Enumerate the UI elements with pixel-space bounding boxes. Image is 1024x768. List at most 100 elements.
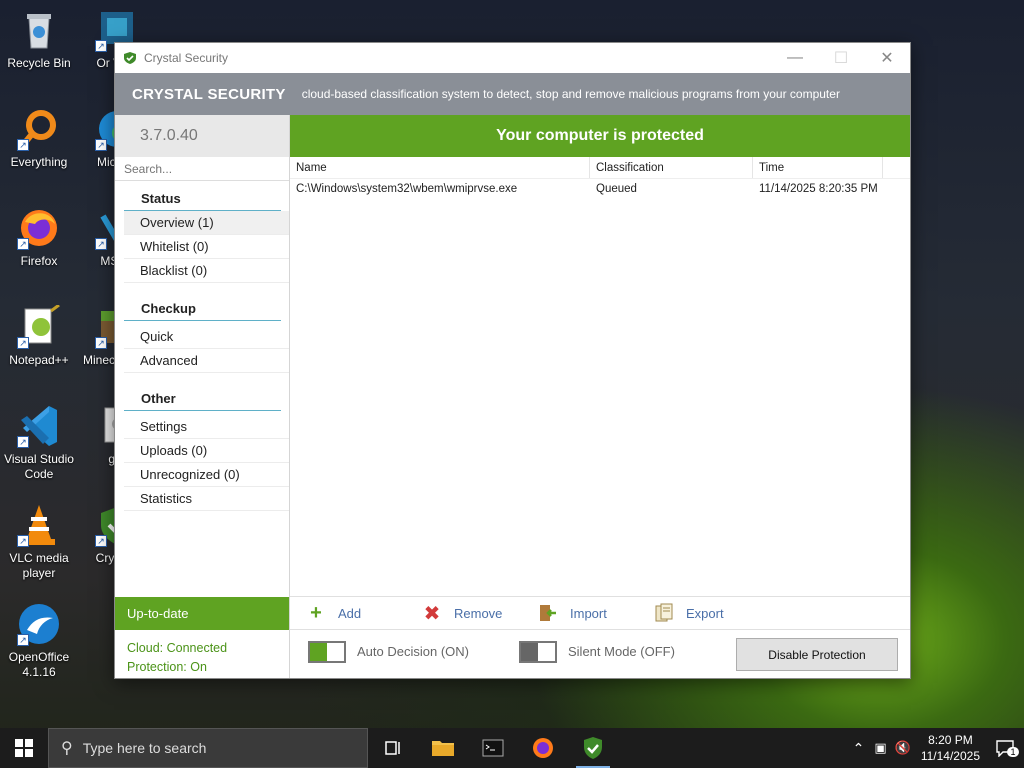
silent-mode-toggle[interactable] [519, 641, 557, 663]
sidebar-item-unrecognized[interactable]: Unrecognized (0) [124, 463, 289, 487]
close-button[interactable]: ✕ [864, 43, 910, 73]
desktop-icon-notepad-plus-plus[interactable]: ↗ Notepad++ [0, 303, 78, 368]
window-titlebar[interactable]: Crystal Security — ☐ ✕ [115, 43, 910, 73]
task-view-icon [385, 741, 400, 755]
auto-decision-label: Auto Decision (ON) [357, 644, 469, 659]
version-label: 3.7.0.40 [115, 115, 289, 157]
desktop-icon-everything[interactable]: ↗ Everything [0, 107, 78, 170]
sidebar-item-blacklist[interactable]: Blacklist (0) [124, 259, 289, 283]
volume-muted-icon[interactable]: 🔇 [895, 740, 911, 756]
cell-classification: Queued [596, 183, 637, 195]
action-toolbar: + Add ✖ Remove Import Export [290, 597, 910, 630]
sidebar-item-statistics[interactable]: Statistics [124, 487, 289, 511]
auto-decision-toggle[interactable] [308, 641, 346, 663]
chevron-up-icon[interactable]: ⌃ [853, 740, 865, 757]
add-label: Add [338, 605, 362, 621]
desktop-icon-label: OpenOffice 4.1.16 [8, 650, 70, 679]
export-label: Export [686, 605, 724, 621]
add-button[interactable]: + Add [306, 601, 406, 624]
column-header-name[interactable]: Name [290, 157, 590, 178]
network-icon[interactable]: ▣ [874, 740, 886, 756]
desktop-icon-vlc[interactable]: ↗ VLC media player [0, 503, 78, 581]
cloud-status: Cloud: Connected [127, 641, 228, 655]
sidebar-item-uploads[interactable]: Uploads (0) [124, 439, 289, 463]
plus-icon: + [310, 601, 322, 624]
export-button[interactable]: Export [654, 603, 754, 623]
sidebar-search[interactable] [115, 157, 289, 181]
bottom-controls: Auto Decision (ON) Silent Mode (OFF) Dis… [290, 630, 910, 678]
crystal-security-icon [584, 737, 602, 759]
everything-icon: ↗ [17, 107, 61, 151]
taskbar-search-placeholder: Type here to search [82, 740, 207, 756]
protection-status: Protection: On [127, 660, 207, 674]
openoffice-icon: ↗ [17, 602, 61, 646]
disable-protection-button[interactable]: Disable Protection [736, 638, 898, 671]
minimize-button[interactable]: — [772, 43, 818, 73]
search-input[interactable] [124, 162, 284, 176]
silent-mode-label: Silent Mode (OFF) [568, 644, 675, 659]
taskbar-search[interactable]: ⚲ Type here to search [48, 728, 368, 768]
main-panel: Your computer is protected Name Classifi… [290, 115, 910, 678]
column-header-classification[interactable]: Classification [590, 157, 753, 178]
sidebar: 3.7.0.40 Status Overview (1) Whitelist (… [115, 115, 290, 678]
minimize-icon: — [787, 49, 803, 66]
firefox-icon [533, 738, 553, 758]
clock[interactable]: 8:20 PM 11/14/2025 [921, 732, 980, 764]
protection-banner: Your computer is protected [290, 115, 910, 157]
clock-date: 11/14/2025 [920, 749, 980, 763]
close-icon: ✕ [880, 50, 894, 67]
update-status: Up-to-date [115, 597, 289, 630]
sidebar-item-whitelist[interactable]: Whitelist (0) [124, 235, 289, 259]
desktop-icon-label: VLC media player [9, 551, 69, 580]
windows-logo-icon [15, 739, 33, 757]
notepad-plus-plus-icon: ↗ [17, 303, 61, 349]
start-button[interactable] [0, 728, 48, 768]
desktop-icon-openoffice[interactable]: ↗ OpenOffice 4.1.16 [0, 602, 78, 680]
taskbar: ⚲ Type here to search ⌃ ▣ 🔇 8:20 PM 11/1… [0, 728, 1024, 768]
import-icon [538, 603, 558, 623]
notification-center-button[interactable]: 1 [990, 728, 1024, 768]
taskbar-file-explorer[interactable] [418, 728, 468, 768]
maximize-icon: ☐ [833, 50, 849, 67]
folder-icon [432, 741, 454, 756]
detections-table: Name Classification Time C:\Windows\syst… [290, 157, 910, 597]
maximize-button[interactable]: ☐ [818, 43, 864, 73]
table-header: Name Classification Time [290, 157, 910, 179]
system-tray: ⌃ ▣ 🔇 8:20 PM 11/14/2025 1 [853, 728, 1024, 768]
terminal-icon [482, 739, 504, 757]
crystal-security-title-icon [124, 52, 136, 64]
desktop-icon-label: Everything [10, 155, 68, 169]
section-heading-checkup: Checkup [124, 299, 281, 321]
desktop-icon-firefox[interactable]: ↗ Firefox [0, 206, 78, 269]
sidebar-item-overview[interactable]: Overview (1) [124, 211, 289, 235]
vlc-icon: ↗ [17, 503, 61, 547]
desktop-icon-vscode[interactable]: ↗ Visual Studio Code [0, 404, 78, 482]
desktop-icon-label: Recycle Bin [7, 56, 71, 70]
taskbar-terminal[interactable] [468, 728, 518, 768]
sidebar-item-settings[interactable]: Settings [124, 415, 289, 439]
remove-button[interactable]: ✖ Remove [422, 602, 522, 625]
import-button[interactable]: Import [538, 603, 638, 623]
header-banner: CRYSTAL SECURITY cloud-based classificat… [115, 73, 910, 115]
remove-x-icon: ✖ [423, 602, 441, 625]
desktop-icon-label: Notepad++ [9, 353, 69, 367]
content-area: 3.7.0.40 Status Overview (1) Whitelist (… [115, 115, 910, 678]
crystal-security-window: Crystal Security — ☐ ✕ CRYSTAL SECURITY … [114, 42, 911, 679]
remove-label: Remove [454, 605, 503, 621]
desktop-icon-label: Firefox [20, 254, 58, 268]
sidebar-item-quick[interactable]: Quick [124, 325, 289, 349]
table-row[interactable]: C:\Windows\system32\wbem\wmiprvse.exe Qu… [290, 179, 910, 199]
section-heading-other: Other [124, 389, 281, 411]
taskbar-firefox[interactable] [518, 728, 568, 768]
section-heading-status: Status [124, 189, 281, 211]
task-view-button[interactable] [368, 728, 418, 768]
connection-status: Cloud: Connected Protection: On [127, 639, 227, 677]
sidebar-item-advanced[interactable]: Advanced [124, 349, 289, 373]
taskbar-crystal-security[interactable] [568, 728, 618, 768]
column-header-time[interactable]: Time [753, 157, 883, 178]
desktop-icon-recycle-bin[interactable]: Recycle Bin [0, 8, 78, 71]
brand-name: CRYSTAL SECURITY [132, 85, 286, 103]
cell-time: 11/14/2025 8:20:35 PM [759, 183, 878, 195]
firefox-icon: ↗ [17, 206, 61, 250]
clock-time: 8:20 PM [928, 733, 973, 747]
